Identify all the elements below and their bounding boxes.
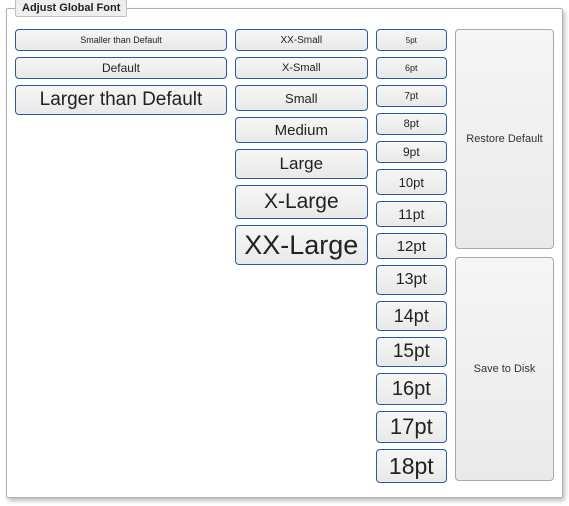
pt-5-button[interactable]: 5pt xyxy=(376,29,447,51)
x-small-button[interactable]: X-Small xyxy=(235,57,368,79)
large-button[interactable]: Large xyxy=(235,149,368,179)
panel-title: Adjust Global Font xyxy=(15,0,127,17)
pt-13-button[interactable]: 13pt xyxy=(376,265,447,295)
point-size-column: 5pt 6pt 7pt 8pt 9pt 10pt 11pt 12pt 13pt … xyxy=(376,29,447,483)
pt-16-button[interactable]: 16pt xyxy=(376,373,447,405)
smaller-than-default-button[interactable]: Smaller than Default xyxy=(15,29,227,51)
pt-7-button[interactable]: 7pt xyxy=(376,85,447,107)
adjust-global-font-panel: Adjust Global Font Smaller than Default … xyxy=(6,8,563,498)
pt-10-button[interactable]: 10pt xyxy=(376,169,447,195)
actions-column: Restore Default Save to Disk xyxy=(455,29,554,481)
pt-15-button[interactable]: 15pt xyxy=(376,337,447,367)
pt-14-button[interactable]: 14pt xyxy=(376,301,447,331)
restore-default-button[interactable]: Restore Default xyxy=(455,29,554,249)
pt-12-button[interactable]: 12pt xyxy=(376,233,447,259)
relative-size-column: Smaller than Default Default Larger than… xyxy=(15,29,227,115)
xx-large-button[interactable]: XX-Large xyxy=(235,225,368,265)
pt-9-button[interactable]: 9pt xyxy=(376,141,447,163)
medium-button[interactable]: Medium xyxy=(235,117,368,143)
pt-6-button[interactable]: 6pt xyxy=(376,57,447,79)
x-large-button[interactable]: X-Large xyxy=(235,185,368,219)
default-button[interactable]: Default xyxy=(15,57,227,79)
pt-11-button[interactable]: 11pt xyxy=(376,201,447,227)
small-button[interactable]: Small xyxy=(235,85,368,111)
pt-8-button[interactable]: 8pt xyxy=(376,113,447,135)
save-to-disk-button[interactable]: Save to Disk xyxy=(455,257,554,481)
larger-than-default-button[interactable]: Larger than Default xyxy=(15,85,227,115)
named-size-column: XX-Small X-Small Small Medium Large X-La… xyxy=(235,29,368,265)
pt-18-button[interactable]: 18pt xyxy=(376,449,447,483)
xx-small-button[interactable]: XX-Small xyxy=(235,29,368,51)
pt-17-button[interactable]: 17pt xyxy=(376,411,447,443)
